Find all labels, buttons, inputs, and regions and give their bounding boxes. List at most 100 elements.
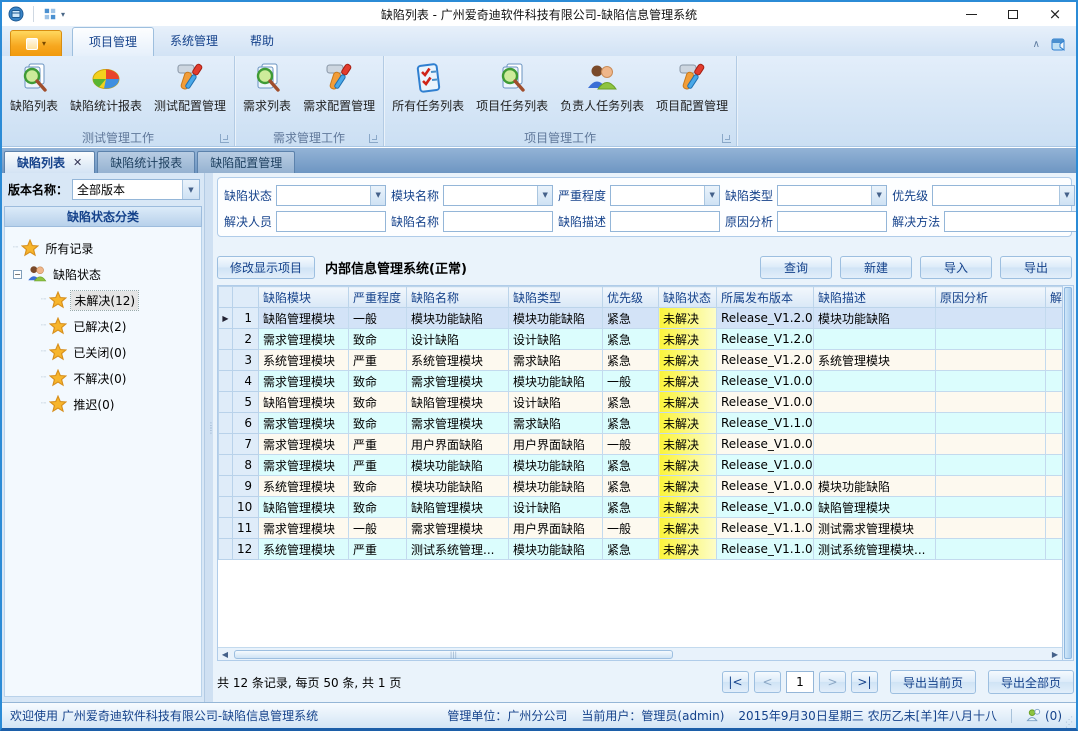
table-cell-缺陷类型[interactable]: 需求缺陷 xyxy=(509,413,603,434)
table-cell-缺陷模块[interactable]: 系统管理模块 xyxy=(259,476,349,497)
table-row[interactable]: 7需求管理模块严重用户界面缺陷用户界面缺陷一般未解决Release_V1.0.0 xyxy=(219,434,1063,455)
first-page-button[interactable]: |< xyxy=(722,671,749,693)
ribbon-tab-系统管理[interactable]: 系统管理 xyxy=(154,27,234,56)
filter-value-input[interactable] xyxy=(611,186,704,205)
column-header-缺陷状态[interactable]: 缺陷状态 xyxy=(659,287,717,308)
column-header-解决方法[interactable]: 解决方法 xyxy=(1046,287,1063,308)
ribbon-button-需求配置管理[interactable]: 需求配置管理 xyxy=(297,59,381,116)
tree-item-不解决(0)[interactable]: ┈不解决(0) xyxy=(5,365,201,391)
table-cell-解决方法[interactable] xyxy=(1046,308,1063,329)
table-cell-缺陷类型[interactable]: 模块功能缺陷 xyxy=(509,371,603,392)
table-cell-严重程度[interactable]: 严重 xyxy=(349,455,407,476)
table-cell-缺陷名称[interactable]: 需求管理模块 xyxy=(407,413,509,434)
table-cell-优先级[interactable]: 紧急 xyxy=(603,455,659,476)
filter-input-缺陷描述[interactable] xyxy=(610,211,720,232)
table-cell-缺陷名称[interactable]: 需求管理模块 xyxy=(407,518,509,539)
table-cell-原因分析[interactable] xyxy=(936,539,1046,560)
table-cell-缺陷名称[interactable]: 需求管理模块 xyxy=(407,371,509,392)
table-cell-缺陷描述[interactable] xyxy=(814,392,936,413)
table-row[interactable]: 10缺陷管理模块致命缺陷管理模块设计缺陷紧急未解决Release_V1.0.0缺… xyxy=(219,497,1063,518)
table-cell-解决方法[interactable] xyxy=(1046,434,1063,455)
table-cell-缺陷描述[interactable]: 模块功能缺陷 xyxy=(814,476,936,497)
column-header-原因分析[interactable]: 原因分析 xyxy=(936,287,1046,308)
ribbon-button-需求列表[interactable]: 需求列表 xyxy=(237,59,297,116)
table-cell-严重程度[interactable]: 致命 xyxy=(349,371,407,392)
table-cell-缺陷状态[interactable]: 未解决 xyxy=(659,518,717,539)
table-cell-优先级[interactable]: 紧急 xyxy=(603,476,659,497)
table-cell-缺陷描述[interactable]: 缺陷管理模块 xyxy=(814,497,936,518)
table-cell-所属发布版本[interactable]: Release_V1.2.0 xyxy=(717,350,814,371)
table-cell-原因分析[interactable] xyxy=(936,350,1046,371)
table-cell-缺陷模块[interactable]: 系统管理模块 xyxy=(259,350,349,371)
table-cell-原因分析[interactable] xyxy=(936,476,1046,497)
table-cell-缺陷状态[interactable]: 未解决 xyxy=(659,308,717,329)
table-cell-优先级[interactable]: 紧急 xyxy=(603,413,659,434)
action-button-新建[interactable]: 新建 xyxy=(840,256,912,279)
table-cell-优先级[interactable]: 一般 xyxy=(603,371,659,392)
filter-value-input[interactable] xyxy=(277,186,370,205)
table-cell-缺陷类型[interactable]: 设计缺陷 xyxy=(509,392,603,413)
table-cell-缺陷状态[interactable]: 未解决 xyxy=(659,392,717,413)
table-cell-原因分析[interactable] xyxy=(936,308,1046,329)
chevron-down-icon[interactable]: ▼ xyxy=(871,186,886,205)
table-cell-解决方法[interactable] xyxy=(1046,518,1063,539)
horizontal-scrollbar-thumb[interactable]: ||| xyxy=(234,650,673,659)
table-cell-严重程度[interactable]: 一般 xyxy=(349,308,407,329)
chevron-down-icon[interactable]: ▼ xyxy=(704,186,719,205)
table-row[interactable]: 3系统管理模块严重系统管理模块需求缺陷紧急未解决Release_V1.2.0系统… xyxy=(219,350,1063,371)
column-header-严重程度[interactable]: 严重程度 xyxy=(349,287,407,308)
quick-access-toolbar-icon[interactable] xyxy=(43,7,57,21)
last-page-button[interactable]: >| xyxy=(851,671,878,693)
filter-value-input[interactable] xyxy=(611,212,719,231)
resize-grip-icon[interactable]: ⋰⋰ xyxy=(1065,717,1073,727)
table-cell-解决方法[interactable] xyxy=(1046,455,1063,476)
filter-value-input[interactable] xyxy=(778,186,871,205)
table-cell-缺陷类型[interactable]: 模块功能缺陷 xyxy=(509,455,603,476)
table-cell-严重程度[interactable]: 严重 xyxy=(349,539,407,560)
close-tab-icon[interactable]: ✕ xyxy=(73,156,82,169)
prev-page-button[interactable]: < xyxy=(754,671,781,693)
table-cell-严重程度[interactable]: 一般 xyxy=(349,518,407,539)
filter-dropdown-缺陷类型[interactable]: ▼ xyxy=(777,185,887,206)
table-cell-缺陷模块[interactable]: 需求管理模块 xyxy=(259,434,349,455)
table-row[interactable]: 8需求管理模块严重模块功能缺陷模块功能缺陷紧急未解决Release_V1.0.0 xyxy=(219,455,1063,476)
table-cell-缺陷模块[interactable]: 需求管理模块 xyxy=(259,518,349,539)
filter-dropdown-模块名称[interactable]: ▼ xyxy=(443,185,553,206)
filter-input-原因分析[interactable] xyxy=(777,211,887,232)
maximize-button[interactable] xyxy=(992,3,1034,25)
ribbon-button-项目配置管理[interactable]: 项目配置管理 xyxy=(650,59,734,116)
filter-input-缺陷名称[interactable] xyxy=(443,211,553,232)
table-cell-缺陷类型[interactable]: 需求缺陷 xyxy=(509,350,603,371)
table-cell-严重程度[interactable]: 致命 xyxy=(349,413,407,434)
table-row[interactable]: 9系统管理模块致命模块功能缺陷模块功能缺陷紧急未解决Release_V1.0.0… xyxy=(219,476,1063,497)
table-cell-优先级[interactable]: 紧急 xyxy=(603,539,659,560)
table-cell-缺陷名称[interactable]: 测试系统管理... xyxy=(407,539,509,560)
table-cell-缺陷描述[interactable] xyxy=(814,371,936,392)
table-cell-所属发布版本[interactable]: Release_V1.0.0 xyxy=(717,497,814,518)
table-cell-严重程度[interactable]: 严重 xyxy=(349,434,407,455)
tree-item-已关闭(0)[interactable]: ┈已关闭(0) xyxy=(5,339,201,365)
column-header-缺陷名称[interactable]: 缺陷名称 xyxy=(407,287,509,308)
document-tab-缺陷配置管理[interactable]: 缺陷配置管理 xyxy=(197,151,295,173)
table-cell-缺陷类型[interactable]: 用户界面缺陷 xyxy=(509,434,603,455)
tree-item-缺陷状态[interactable]: −缺陷状态 xyxy=(5,261,201,287)
ribbon-button-负责人任务列表[interactable]: 负责人任务列表 xyxy=(554,59,650,116)
table-cell-原因分析[interactable] xyxy=(936,434,1046,455)
filter-dropdown-优先级[interactable]: ▼ xyxy=(932,185,1075,206)
table-cell-缺陷类型[interactable]: 模块功能缺陷 xyxy=(509,539,603,560)
table-cell-缺陷名称[interactable]: 用户界面缺陷 xyxy=(407,434,509,455)
splitter-handle[interactable]: ⋮⋮ xyxy=(205,173,213,702)
column-header-优先级[interactable]: 优先级 xyxy=(603,287,659,308)
action-button-导入[interactable]: 导入 xyxy=(920,256,992,279)
table-cell-缺陷状态[interactable]: 未解决 xyxy=(659,455,717,476)
table-cell-缺陷描述[interactable] xyxy=(814,434,936,455)
table-cell-缺陷描述[interactable] xyxy=(814,329,936,350)
filter-value-input[interactable] xyxy=(444,212,552,231)
ribbon-button-缺陷列表[interactable]: 缺陷列表 xyxy=(4,59,64,116)
table-cell-解决方法[interactable] xyxy=(1046,371,1063,392)
help-icon[interactable] xyxy=(1050,36,1066,52)
vertical-scrollbar[interactable] xyxy=(1062,286,1073,660)
ribbon-tab-项目管理[interactable]: 项目管理 xyxy=(72,27,154,56)
user-message-icon[interactable] xyxy=(1026,708,1041,723)
table-row[interactable]: 12系统管理模块严重测试系统管理...模块功能缺陷紧急未解决Release_V1… xyxy=(219,539,1063,560)
